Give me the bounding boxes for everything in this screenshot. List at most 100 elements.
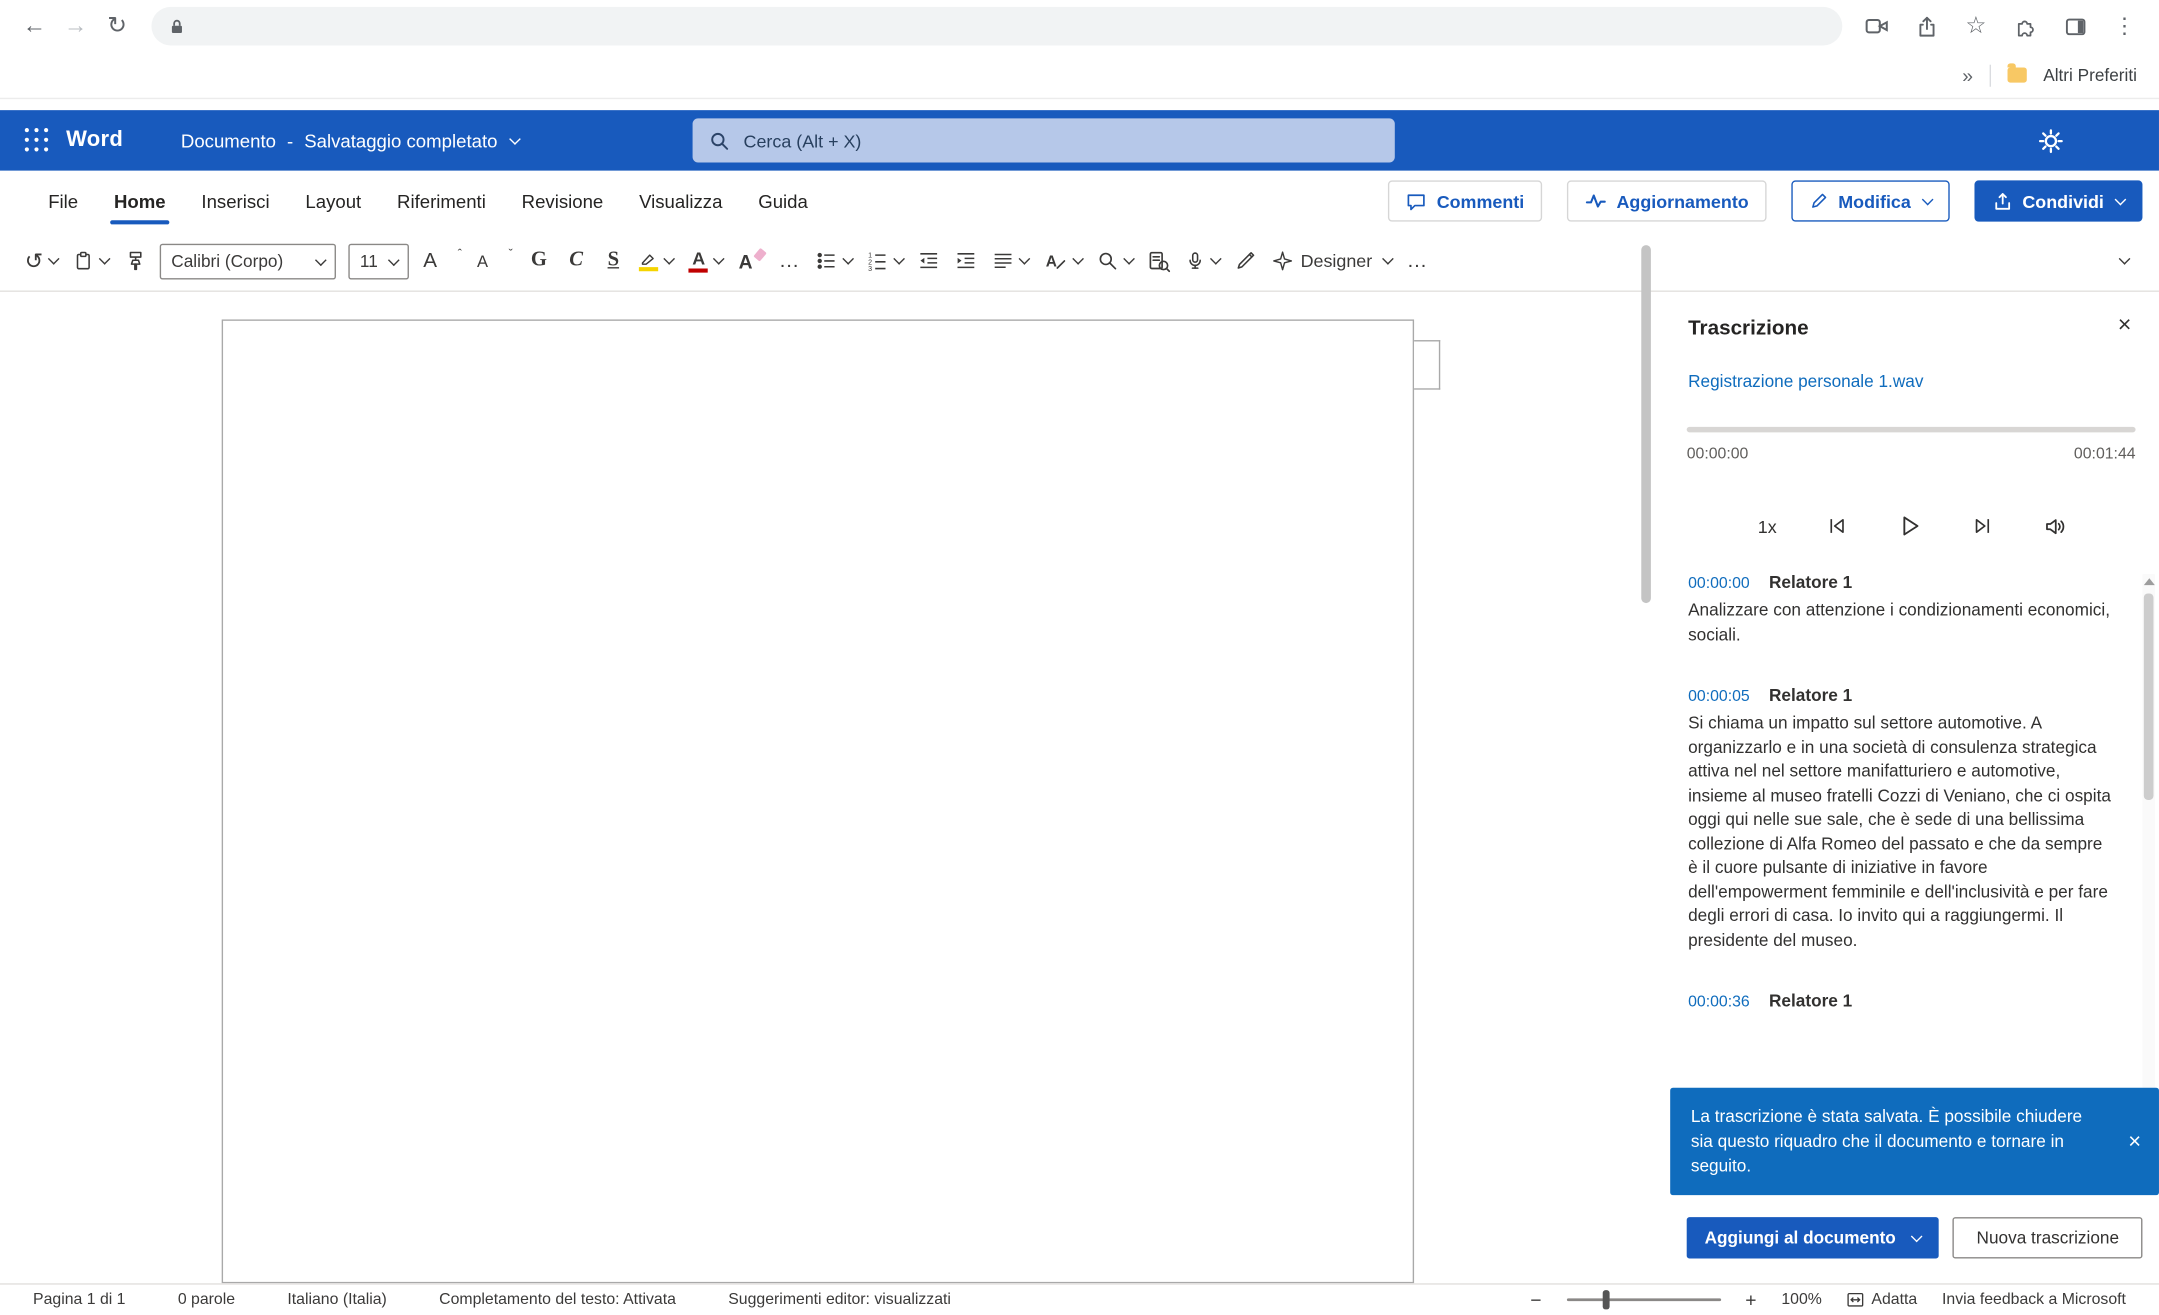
word-count[interactable]: 0 parole [178,1292,235,1309]
skip-back-icon[interactable] [1826,515,1848,537]
zoom-slider[interactable] [1566,1298,1720,1301]
more-font-options-button[interactable]: … [773,239,806,283]
transcript-list[interactable]: 00:00:00 Relatore 1 Analizzare con atten… [1688,573,2112,1088]
app-launcher-icon[interactable] [25,128,50,153]
undo-button[interactable]: ↺ [19,239,64,283]
numbering-button[interactable]: 123 [861,239,908,283]
find-button[interactable] [1091,239,1138,283]
document-title[interactable]: Documento [181,130,276,151]
tab-file[interactable]: File [30,171,96,232]
italic-button[interactable]: C [560,239,593,283]
zoom-out-button[interactable]: − [1530,1289,1541,1311]
clear-formatting-button[interactable]: A [733,239,769,283]
text-completion-status[interactable]: Completamento del testo: Attivata [439,1292,676,1309]
new-transcription-button[interactable]: Nuova trascrizione [1953,1217,2142,1258]
format-painter-icon[interactable] [119,239,152,283]
share-button[interactable]: Condividi [1974,180,2142,221]
language-indicator[interactable]: Italiano (Italia) [287,1292,386,1309]
forward-icon[interactable]: → [55,6,96,47]
editor-suggestions-status[interactable]: Suggerimenti editor: visualizzati [728,1292,951,1309]
document-scrollbar[interactable] [1641,245,1651,603]
share-icon[interactable] [1906,6,1947,47]
transcript-speaker: Relatore 1 [1769,686,1852,705]
highlight-button[interactable] [634,239,679,283]
scrollbar-thumb[interactable] [2144,593,2154,800]
settings-gear-icon[interactable] [2030,120,2071,161]
dictate-button[interactable] [1179,239,1224,283]
zoom-level[interactable]: 100% [1781,1292,1822,1309]
pane-close-icon[interactable]: × [2118,311,2132,339]
save-status[interactable]: Salvataggio completato [304,130,497,151]
playback-speed-button[interactable]: 1x [1758,516,1777,537]
font-color-button[interactable]: A [684,239,729,283]
tab-visualizza[interactable]: Visualizza [621,171,740,232]
designer-button[interactable]: Designer [1266,239,1397,283]
alignment-button[interactable] [987,239,1034,283]
underline-button[interactable]: S [597,239,630,283]
decrease-indent-button[interactable] [912,239,945,283]
tab-revisione[interactable]: Revisione [504,171,621,232]
toast-close-icon[interactable]: × [2128,1126,2141,1158]
styles-button[interactable]: A [1038,239,1088,283]
font-size-select[interactable]: 11 [349,243,410,279]
editing-mode-button[interactable]: Modifica [1791,180,1949,221]
paste-button[interactable] [68,239,115,283]
bookmarks-folder-label[interactable]: Altri Preferiti [2043,65,2137,84]
search-input[interactable] [744,130,1379,151]
search-box[interactable] [693,118,1395,162]
camera-icon[interactable] [1856,6,1897,47]
fit-icon [1847,1292,1865,1309]
pane-title: Trascrizione [1688,317,1809,340]
bold-button[interactable]: G [522,239,555,283]
zoom-in-button[interactable]: + [1745,1289,1756,1311]
scroll-up-icon[interactable] [2143,578,2154,585]
zoom-slider-thumb[interactable] [1602,1290,1609,1309]
tab-inserisci[interactable]: Inserisci [184,171,288,232]
transcript-entry[interactable]: 00:00:00 Relatore 1 Analizzare con atten… [1688,573,2112,647]
address-bar[interactable] [151,7,1842,46]
collapse-ribbon-button[interactable] [2107,239,2140,283]
transcript-timestamp[interactable]: 00:00:36 [1688,994,1750,1011]
fit-button[interactable]: Adatta [1847,1292,1918,1309]
transcript-timestamp[interactable]: 00:00:05 [1688,688,1750,705]
play-icon[interactable] [1898,514,1923,539]
extensions-icon[interactable] [2005,6,2046,47]
tab-home[interactable]: Home [96,171,183,232]
tab-guida[interactable]: Guida [740,171,825,232]
volume-icon[interactable] [2044,514,2067,537]
document-canvas [0,292,1666,1283]
add-to-document-button[interactable]: Aggiungi al documento [1687,1217,1939,1258]
editor-button[interactable] [1142,239,1175,283]
bookmarks-overflow[interactable]: » [1962,64,1973,86]
updates-button[interactable]: Aggiornamento [1567,180,1767,221]
shrink-font-button[interactable]: Aˇ [471,239,518,283]
tab-riferimenti[interactable]: Riferimenti [379,171,504,232]
recording-file-link[interactable]: Registrazione personale 1.wav [1688,372,1923,391]
audio-progress-bar[interactable] [1687,427,2136,433]
page-indicator[interactable]: Pagina 1 di 1 [33,1292,125,1309]
reload-icon[interactable]: ↻ [96,6,137,47]
browser-menu-icon[interactable]: ⋮ [2104,6,2145,47]
back-icon[interactable]: ← [14,6,55,47]
transcript-entry[interactable]: 00:00:05 Relatore 1 Si chiama un impatto… [1688,686,2112,953]
transcript-entry[interactable]: 00:00:36 Relatore 1 [1688,991,2112,1010]
side-panel-icon[interactable] [2054,6,2095,47]
bookmarks-divider [1990,64,1991,86]
bookmark-star-icon[interactable]: ☆ [1955,6,1996,47]
comments-button[interactable]: Commenti [1388,180,1542,221]
increase-indent-button[interactable] [949,239,982,283]
chevron-down-icon[interactable] [510,133,522,145]
feedback-link[interactable]: Invia feedback a Microsoft [1942,1292,2126,1309]
font-name-select[interactable]: Calibri (Corpo) [160,243,336,279]
more-commands-button[interactable]: … [1401,239,1434,283]
command-toolbar: ↺ Calibri (Corpo) 11 Aˆ Aˇ G C S A [0,231,2159,292]
skip-forward-icon[interactable] [1972,515,1994,537]
tab-layout[interactable]: Layout [287,171,379,232]
comment-anchor[interactable] [1414,340,1440,390]
transcript-scrollbar[interactable] [2142,574,2154,1094]
document-page[interactable] [222,319,1414,1283]
grow-font-button[interactable]: Aˆ [418,239,468,283]
transcript-timestamp[interactable]: 00:00:00 [1688,576,1750,593]
ink-editor-button[interactable] [1229,239,1262,283]
bullets-button[interactable] [810,239,857,283]
